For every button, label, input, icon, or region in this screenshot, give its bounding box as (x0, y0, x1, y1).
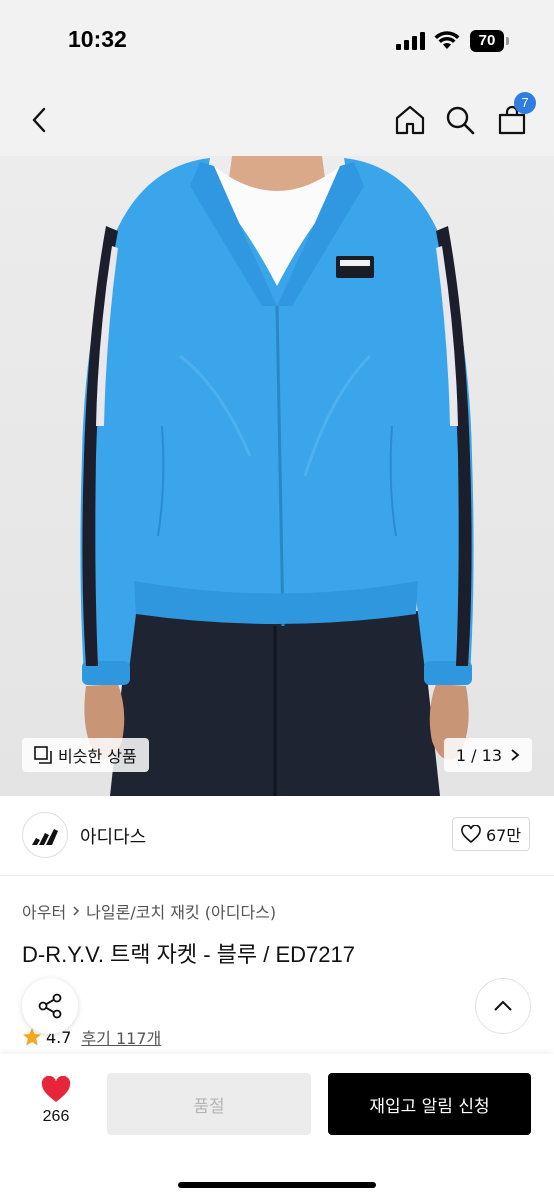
brand-like-button[interactable]: 67만 (452, 817, 530, 851)
brand-like-count: 67만 (485, 826, 522, 845)
image-pager[interactable]: 1 / 13 (443, 738, 532, 772)
share-button[interactable] (22, 978, 78, 1034)
restock-alert-button[interactable]: 재입고 알림 신청 (328, 1073, 531, 1135)
product-image[interactable]: 비슷한 상품 1 / 13 (0, 156, 554, 796)
cart-button[interactable]: 7 (492, 92, 536, 140)
share-icon (38, 993, 62, 1019)
similar-products-button[interactable]: 비슷한 상품 (22, 738, 149, 772)
search-icon (446, 106, 475, 135)
adidas-logo-icon (32, 829, 58, 845)
jacket-photo (80, 156, 474, 796)
wish-button[interactable]: 266 (30, 1076, 82, 1136)
scroll-top-button[interactable] (475, 978, 531, 1034)
bottom-action-bar: 266 품절 재입고 알림 신청 (0, 1054, 554, 1200)
chevron-right-icon (511, 749, 520, 761)
signal-icon (396, 32, 425, 50)
search-button[interactable] (440, 100, 480, 140)
pager-text: 1 / 13 (455, 745, 502, 765)
home-icon (395, 105, 425, 135)
brand-logo[interactable] (22, 812, 68, 858)
similar-products-label: 비슷한 상품 (58, 747, 137, 766)
brand-row[interactable]: 아디다스 67만 (0, 796, 554, 876)
soldout-button[interactable]: 품절 (107, 1073, 311, 1135)
battery-level: 70 (470, 30, 504, 52)
brand-name[interactable]: 아디다스 (80, 823, 146, 849)
wish-count: 266 (42, 1108, 70, 1125)
breadcrumb-child[interactable]: 나일론/코치 재킷 (아디다스) (86, 899, 276, 923)
cart-badge: 7 (514, 92, 536, 114)
status-bar: 10:32 70 (0, 0, 554, 84)
status-time: 10:32 (68, 26, 127, 52)
similar-icon (34, 746, 52, 764)
reviews-link[interactable]: 후기 117개 (81, 1025, 161, 1049)
battery-icon: 70 (470, 30, 510, 52)
chevron-up-icon (494, 1000, 512, 1011)
wifi-icon (434, 31, 460, 49)
back-button[interactable] (20, 100, 60, 140)
home-button[interactable] (390, 100, 430, 140)
back-icon (32, 107, 46, 133)
home-indicator (178, 1182, 376, 1188)
chevron-right-icon (73, 906, 80, 916)
heart-outline-icon (461, 825, 481, 843)
heart-filled-icon (41, 1076, 71, 1102)
top-nav: 7 (0, 84, 554, 156)
breadcrumb: 아우터 나일론/코치 재킷 (아디다스) (22, 899, 276, 923)
product-title: D-R.Y.V. 트랙 자켓 - 블루 / ED7217 (22, 942, 355, 967)
breadcrumb-parent[interactable]: 아우터 (22, 899, 66, 923)
